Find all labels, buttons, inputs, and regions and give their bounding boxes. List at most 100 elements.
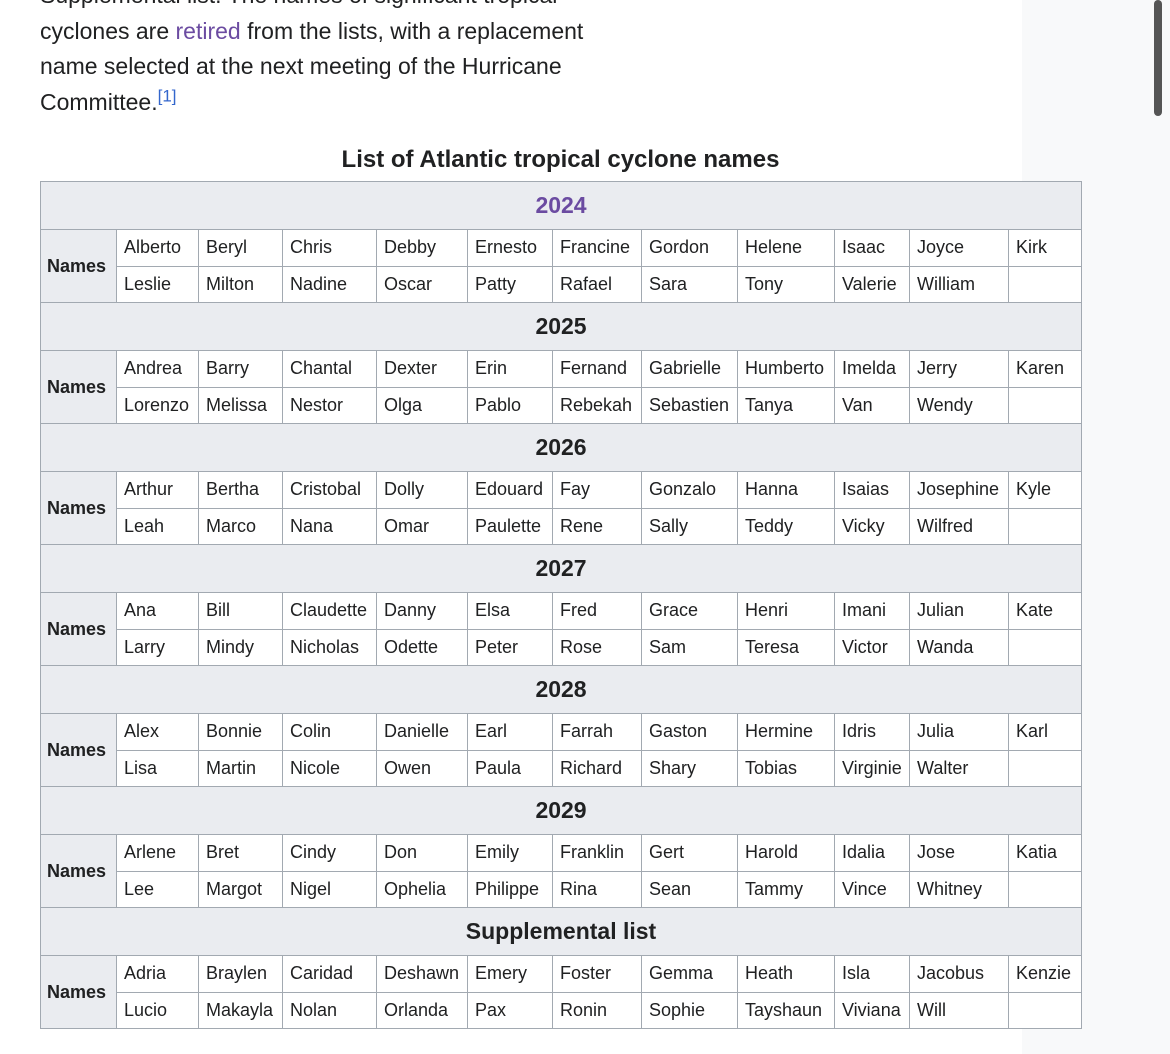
name-cell: Karl xyxy=(1007,713,1083,751)
section-title-link[interactable]: 2024 xyxy=(39,181,1083,230)
retired-link[interactable]: retired xyxy=(176,18,241,44)
name-cell: Julian xyxy=(909,592,1009,630)
name-cell: Arthur xyxy=(116,471,199,509)
name-cell: Ana xyxy=(116,592,199,630)
name-cell: Helene xyxy=(737,229,835,267)
table-row: Lisa Martin Nicole Owen Paula Richard Shary Tob… xyxy=(41,749,1083,787)
name-cell: Sam xyxy=(641,628,738,666)
name-cell: Tayshaun xyxy=(737,991,835,1029)
section-title: 2028 xyxy=(39,665,1083,714)
name-cell: Bret xyxy=(198,834,283,872)
names-row-header: Names xyxy=(40,592,117,666)
name-cell: Josephine xyxy=(909,471,1009,509)
reference-link[interactable]: [1] xyxy=(158,86,177,105)
name-cell: Emery xyxy=(467,955,553,993)
name-cell: Sean xyxy=(641,870,738,908)
names-row-header: Names xyxy=(40,955,117,1029)
name-cell: Ernesto xyxy=(467,229,553,267)
name-cell: Gemma xyxy=(641,955,738,993)
name-cell: Peter xyxy=(467,628,553,666)
table-row: Names Arlene Bret Cindy Don Emily Franklin Gert… xyxy=(40,834,1083,908)
name-cell: Margot xyxy=(198,870,283,908)
name-cell: Richard xyxy=(552,749,642,787)
name-cell: Julia xyxy=(909,713,1009,751)
name-cell: Chris xyxy=(282,229,377,267)
names-row-header: Names xyxy=(40,713,117,787)
name-cell: Barry xyxy=(198,350,283,388)
name-cell: Marco xyxy=(198,507,283,545)
intro-line-3: Committee. xyxy=(40,88,158,115)
name-cell: Valerie xyxy=(834,265,910,303)
section-title: 2027 xyxy=(39,544,1083,593)
name-cell: Gordon xyxy=(641,229,738,267)
name-cell: Nadine xyxy=(282,265,377,303)
name-cell: Fred xyxy=(552,592,642,630)
name-cell: Alex xyxy=(116,713,199,751)
name-cell: Victor xyxy=(834,628,910,666)
name-cell: Debby xyxy=(376,229,468,267)
table-row: Names Alberto Beryl Chris Debby Ernesto Franci… xyxy=(40,229,1083,303)
name-cell: Kyle xyxy=(1007,471,1083,509)
name-cell: Adria xyxy=(116,955,199,993)
name-cell: Vicky xyxy=(834,507,910,545)
section-title: 2025 xyxy=(39,302,1083,351)
name-cell: Kate xyxy=(1007,592,1083,630)
section-title: 2029 xyxy=(39,786,1083,835)
name-cell: Teddy xyxy=(737,507,835,545)
table-caption: List of Atlantic tropical cyclone names xyxy=(341,146,780,173)
name-cell: Pablo xyxy=(467,386,553,424)
name-cell: Danielle xyxy=(376,713,468,751)
intro-line-1-post: from the lists, with a replacement xyxy=(240,17,584,44)
name-cell: Grace xyxy=(641,592,738,630)
name-cell: Melissa xyxy=(198,386,283,424)
table-row: Leah Marco Nana Omar Paulette Rene Sally Teddy V… xyxy=(41,507,1083,545)
name-cell: Lee xyxy=(116,870,199,908)
name-cell: Rina xyxy=(552,870,642,908)
table-row: Names Andrea Barry Chantal Dexter Erin Fernand… xyxy=(40,350,1083,424)
name-cell: Hermine xyxy=(737,713,835,751)
name-cell: Tammy xyxy=(737,870,835,908)
scrollbar-thumb[interactable] xyxy=(1154,0,1162,116)
name-cell: Idris xyxy=(834,713,910,751)
name-cell: Joyce xyxy=(909,229,1009,267)
name-cell: Colin xyxy=(282,713,377,751)
table-row: Names Alex Bonnie Colin Danielle Earl Farrah Ga… xyxy=(40,713,1083,787)
name-cell: Nicholas xyxy=(282,628,377,666)
name-cell: Braylen xyxy=(198,955,283,993)
section-header-row: 2026 xyxy=(39,423,1083,472)
name-cell: Karen xyxy=(1007,350,1083,388)
name-cell: Makayla xyxy=(198,991,283,1029)
name-cell: Olga xyxy=(376,386,468,424)
name-cell: Nestor xyxy=(282,386,377,424)
name-cell: Deshawn xyxy=(376,955,468,993)
name-cell: Ophelia xyxy=(376,870,468,908)
name-cell xyxy=(1007,265,1083,303)
name-cell: Walter xyxy=(909,749,1009,787)
name-cell: Jacobus xyxy=(909,955,1009,993)
name-cell: Rebekah xyxy=(552,386,642,424)
name-cell: Cindy xyxy=(282,834,377,872)
section-header-row: 2027 xyxy=(39,544,1083,593)
name-cell: Heath xyxy=(737,955,835,993)
name-cell: Wilfred xyxy=(909,507,1009,545)
name-cell: Gert xyxy=(641,834,738,872)
table-row: Larry Mindy Nicholas Odette Peter Rose Sam Tere… xyxy=(41,628,1083,666)
name-cell: Sally xyxy=(641,507,738,545)
name-cell: Nicole xyxy=(282,749,377,787)
table-row: Names Adria Braylen Caridad Deshawn Emery Fost… xyxy=(40,955,1083,1029)
table-row: Names Arthur Bertha Cristobal Dolly Edouard Fa… xyxy=(40,471,1083,545)
section-header-row: 2024 xyxy=(39,181,1083,230)
intro-line-1-pre: cyclones are xyxy=(40,17,176,44)
name-cell: Lisa xyxy=(116,749,199,787)
name-cell xyxy=(1007,386,1083,424)
name-cell: Henri xyxy=(737,592,835,630)
name-cell: Fernand xyxy=(552,350,642,388)
name-cell: Bertha xyxy=(198,471,283,509)
name-cell: Paulette xyxy=(467,507,553,545)
name-cell: Bonnie xyxy=(198,713,283,751)
name-cell: Fay xyxy=(552,471,642,509)
section-title: 2026 xyxy=(39,423,1083,472)
name-cell: Franklin xyxy=(552,834,642,872)
name-cell: William xyxy=(909,265,1009,303)
section-header-row: 2025 xyxy=(39,302,1083,351)
